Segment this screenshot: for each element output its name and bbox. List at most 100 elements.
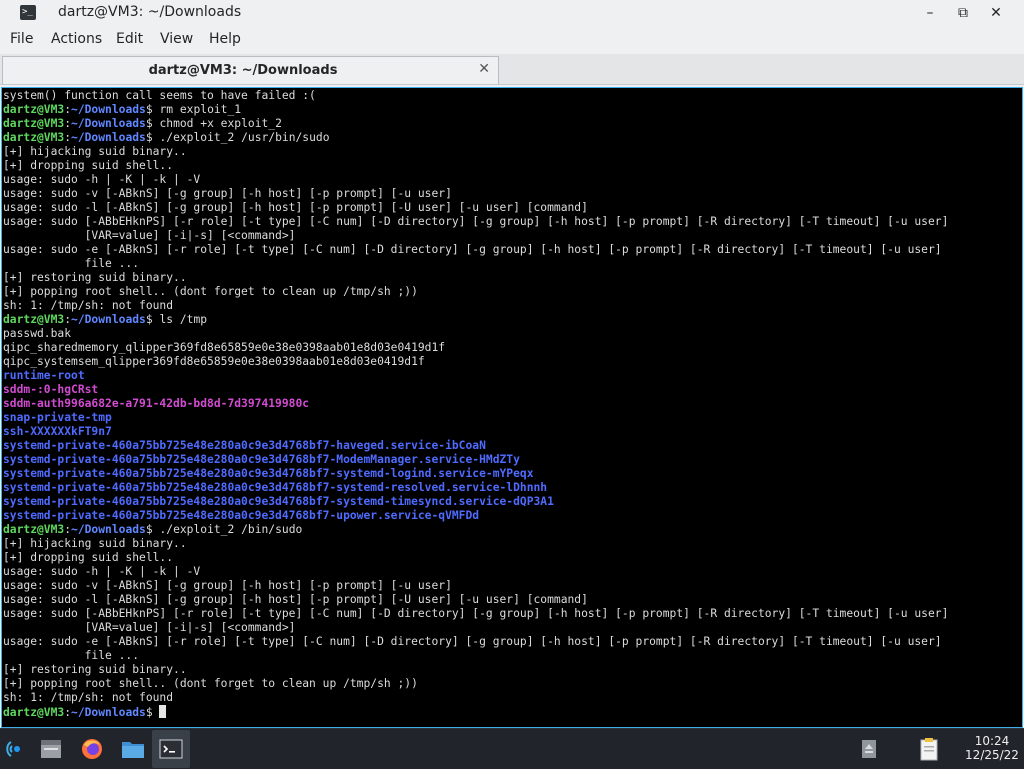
output-text: [+] restoring suid binary.. — [3, 271, 187, 284]
output-line: sh: 1: /tmp/sh: not found — [3, 299, 948, 313]
output-line: usage: sudo -v [-ABknS] [-g group] [-h h… — [3, 187, 948, 201]
output-line: [VAR=value] [-i|-s] [<command>] — [3, 621, 948, 635]
prompt-user: dartz@VM3 — [3, 117, 65, 130]
prompt-line: dartz@VM3:~/Downloads$ rm exploit_1 — [3, 103, 948, 117]
output-line: usage: sudo -h | -K | -k | -V — [3, 173, 948, 187]
prompt-separator: : — [64, 131, 72, 144]
output-line: passwd.bak — [3, 327, 948, 341]
output-text: sh: 1: /tmp/sh: not found — [3, 691, 174, 704]
clipboard-icon[interactable] — [916, 736, 942, 762]
output-line: system() function call seems to have fai… — [3, 89, 948, 103]
terminal-icon[interactable] — [158, 736, 184, 762]
menu-file[interactable]: File — [10, 31, 33, 47]
output-line: [VAR=value] [-i|-s] [<command>] — [3, 229, 948, 243]
output-line: [+] popping root shell.. (dont forget to… — [3, 285, 948, 299]
output-text: [VAR=value] [-i|-s] [<command>] — [3, 229, 296, 242]
output-line: sddm-:0-hgCRst — [3, 383, 948, 397]
directory-entry: ssh-XXXXXXkFT9n7 — [3, 425, 112, 438]
directory-entry: systemd-private-460a75bb725e48e280a0c9e3… — [3, 453, 520, 466]
output-text: usage: sudo -e [-ABknS] [-r role] [-t ty… — [3, 243, 942, 256]
terminal-lines: system() function call seems to have fai… — [3, 89, 948, 719]
show-desktop-icon[interactable] — [38, 736, 64, 762]
prompt-path: ~/Downloads — [71, 117, 146, 130]
output-line: [+] dropping suid shell.. — [3, 551, 948, 565]
directory-entry: systemd-private-460a75bb725e48e280a0c9e3… — [3, 439, 486, 452]
output-text: file ... — [3, 257, 140, 270]
prompt-separator: : — [64, 706, 72, 719]
output-line: usage: sudo -l [-ABknS] [-g group] [-h h… — [3, 593, 948, 607]
output-line: usage: sudo [-ABbEHknPS] [-r role] [-t t… — [3, 215, 948, 229]
directory-entry: systemd-private-460a75bb725e48e280a0c9e3… — [3, 495, 554, 508]
output-line: runtime-root — [3, 369, 948, 383]
output-text: usage: sudo -h | -K | -k | -V — [3, 173, 201, 186]
output-text: usage: sudo -v [-ABknS] [-g group] [-h h… — [3, 579, 452, 592]
command-text: rm exploit_1 — [152, 103, 242, 116]
output-line: [+] restoring suid binary.. — [3, 663, 948, 677]
removable-drive-icon[interactable] — [856, 736, 882, 762]
output-text: usage: sudo [-ABbEHknPS] [-r role] [-t t… — [3, 607, 949, 620]
prompt-user: dartz@VM3 — [3, 523, 65, 536]
output-line: qipc_systemsem_qlipper369fd8e65859e0e38e… — [3, 355, 948, 369]
terminal-output[interactable]: system() function call seems to have fai… — [1, 87, 1023, 728]
output-line: usage: sudo -e [-ABknS] [-r role] [-t ty… — [3, 635, 948, 649]
window-title: dartz@VM3: ~/Downloads — [58, 4, 242, 20]
prompt-separator: : — [64, 523, 72, 536]
output-text: usage: sudo -l [-ABknS] [-g group] [-h h… — [3, 201, 588, 214]
prompt-path: ~/Downloads — [71, 103, 146, 116]
prompt-line: dartz@VM3:~/Downloads$ chmod +x exploit_… — [3, 117, 948, 131]
menu-help[interactable]: Help — [209, 31, 241, 47]
output-text: usage: sudo -e [-ABknS] [-r role] [-t ty… — [3, 635, 942, 648]
output-line: [+] hijacking suid binary.. — [3, 537, 948, 551]
output-line: usage: sudo -l [-ABknS] [-g group] [-h h… — [3, 201, 948, 215]
directory-entry: sddm-auth996a682e-a791-42db-bd8d-7d39741… — [3, 397, 310, 410]
tab-close-icon[interactable]: ✕ — [478, 61, 490, 77]
clock[interactable]: 10:24 12/25/22 — [962, 734, 1022, 762]
output-text: [+] dropping suid shell.. — [3, 159, 174, 172]
menu-actions[interactable]: Actions — [51, 31, 102, 47]
output-line: file ... — [3, 257, 948, 271]
prompt-line: dartz@VM3:~/Downloads$ ./exploit_2 /usr/… — [3, 131, 948, 145]
tab-title: dartz@VM3: ~/Downloads — [148, 63, 338, 78]
prompt-user: dartz@VM3 — [3, 706, 65, 719]
output-text: [+] popping root shell.. (dont forget to… — [3, 677, 418, 690]
close-icon[interactable]: ✕ — [987, 4, 1005, 22]
output-text: qipc_sharedmemory_qlipper369fd8e65859e0e… — [3, 341, 446, 354]
output-line: [+] popping root shell.. (dont forget to… — [3, 677, 948, 691]
start-menu-icon[interactable] — [2, 736, 28, 762]
output-text: file ... — [3, 649, 140, 662]
file-manager-icon[interactable] — [120, 736, 146, 762]
prompt-user: dartz@VM3 — [3, 103, 65, 116]
clock-date: 12/25/22 — [965, 748, 1019, 762]
prompt-line: dartz@VM3:~/Downloads$ ./exploit_2 /bin/… — [3, 523, 948, 537]
terminal-app-icon[interactable]: >_ — [20, 5, 36, 20]
output-text: usage: sudo -v [-ABknS] [-g group] [-h h… — [3, 187, 452, 200]
directory-entry: systemd-private-460a75bb725e48e280a0c9e3… — [3, 467, 534, 480]
clock-time: 10:24 — [974, 734, 1010, 748]
title-bar[interactable]: >_ dartz@VM3: ~/Downloads – ⧉ ✕ — [0, 0, 1024, 26]
output-line: systemd-private-460a75bb725e48e280a0c9e3… — [3, 509, 948, 523]
menu-view[interactable]: View — [160, 31, 193, 47]
prompt-symbol: $ — [145, 131, 153, 144]
tab-downloads[interactable]: dartz@VM3: ~/Downloads ✕ — [2, 56, 499, 84]
output-text: [+] popping root shell.. (dont forget to… — [3, 285, 418, 298]
prompt-path: ~/Downloads — [71, 706, 146, 719]
prompt-symbol: $ — [145, 313, 153, 326]
prompt-path: ~/Downloads — [71, 523, 146, 536]
output-line: usage: sudo -h | -K | -k | -V — [3, 565, 948, 579]
firefox-icon[interactable] — [79, 736, 105, 762]
output-text: [+] dropping suid shell.. — [3, 551, 174, 564]
directory-entry: runtime-root — [3, 369, 85, 382]
minimize-icon[interactable]: – — [921, 4, 939, 22]
command-text: ls /tmp — [152, 313, 208, 326]
output-text: system() function call seems to have fai… — [3, 89, 316, 102]
menu-edit[interactable]: Edit — [116, 31, 143, 47]
output-line: [+] dropping suid shell.. — [3, 159, 948, 173]
output-text: usage: sudo -l [-ABknS] [-g group] [-h h… — [3, 593, 588, 606]
output-line: usage: sudo -v [-ABknS] [-g group] [-h h… — [3, 579, 948, 593]
maximize-icon[interactable]: ⧉ — [954, 4, 972, 22]
command-text: chmod +x exploit_2 — [152, 117, 282, 130]
output-text: passwd.bak — [3, 327, 72, 340]
output-line: systemd-private-460a75bb725e48e280a0c9e3… — [3, 467, 948, 481]
prompt-symbol: $ — [145, 523, 153, 536]
output-text: usage: sudo [-ABbEHknPS] [-r role] [-t t… — [3, 215, 949, 228]
